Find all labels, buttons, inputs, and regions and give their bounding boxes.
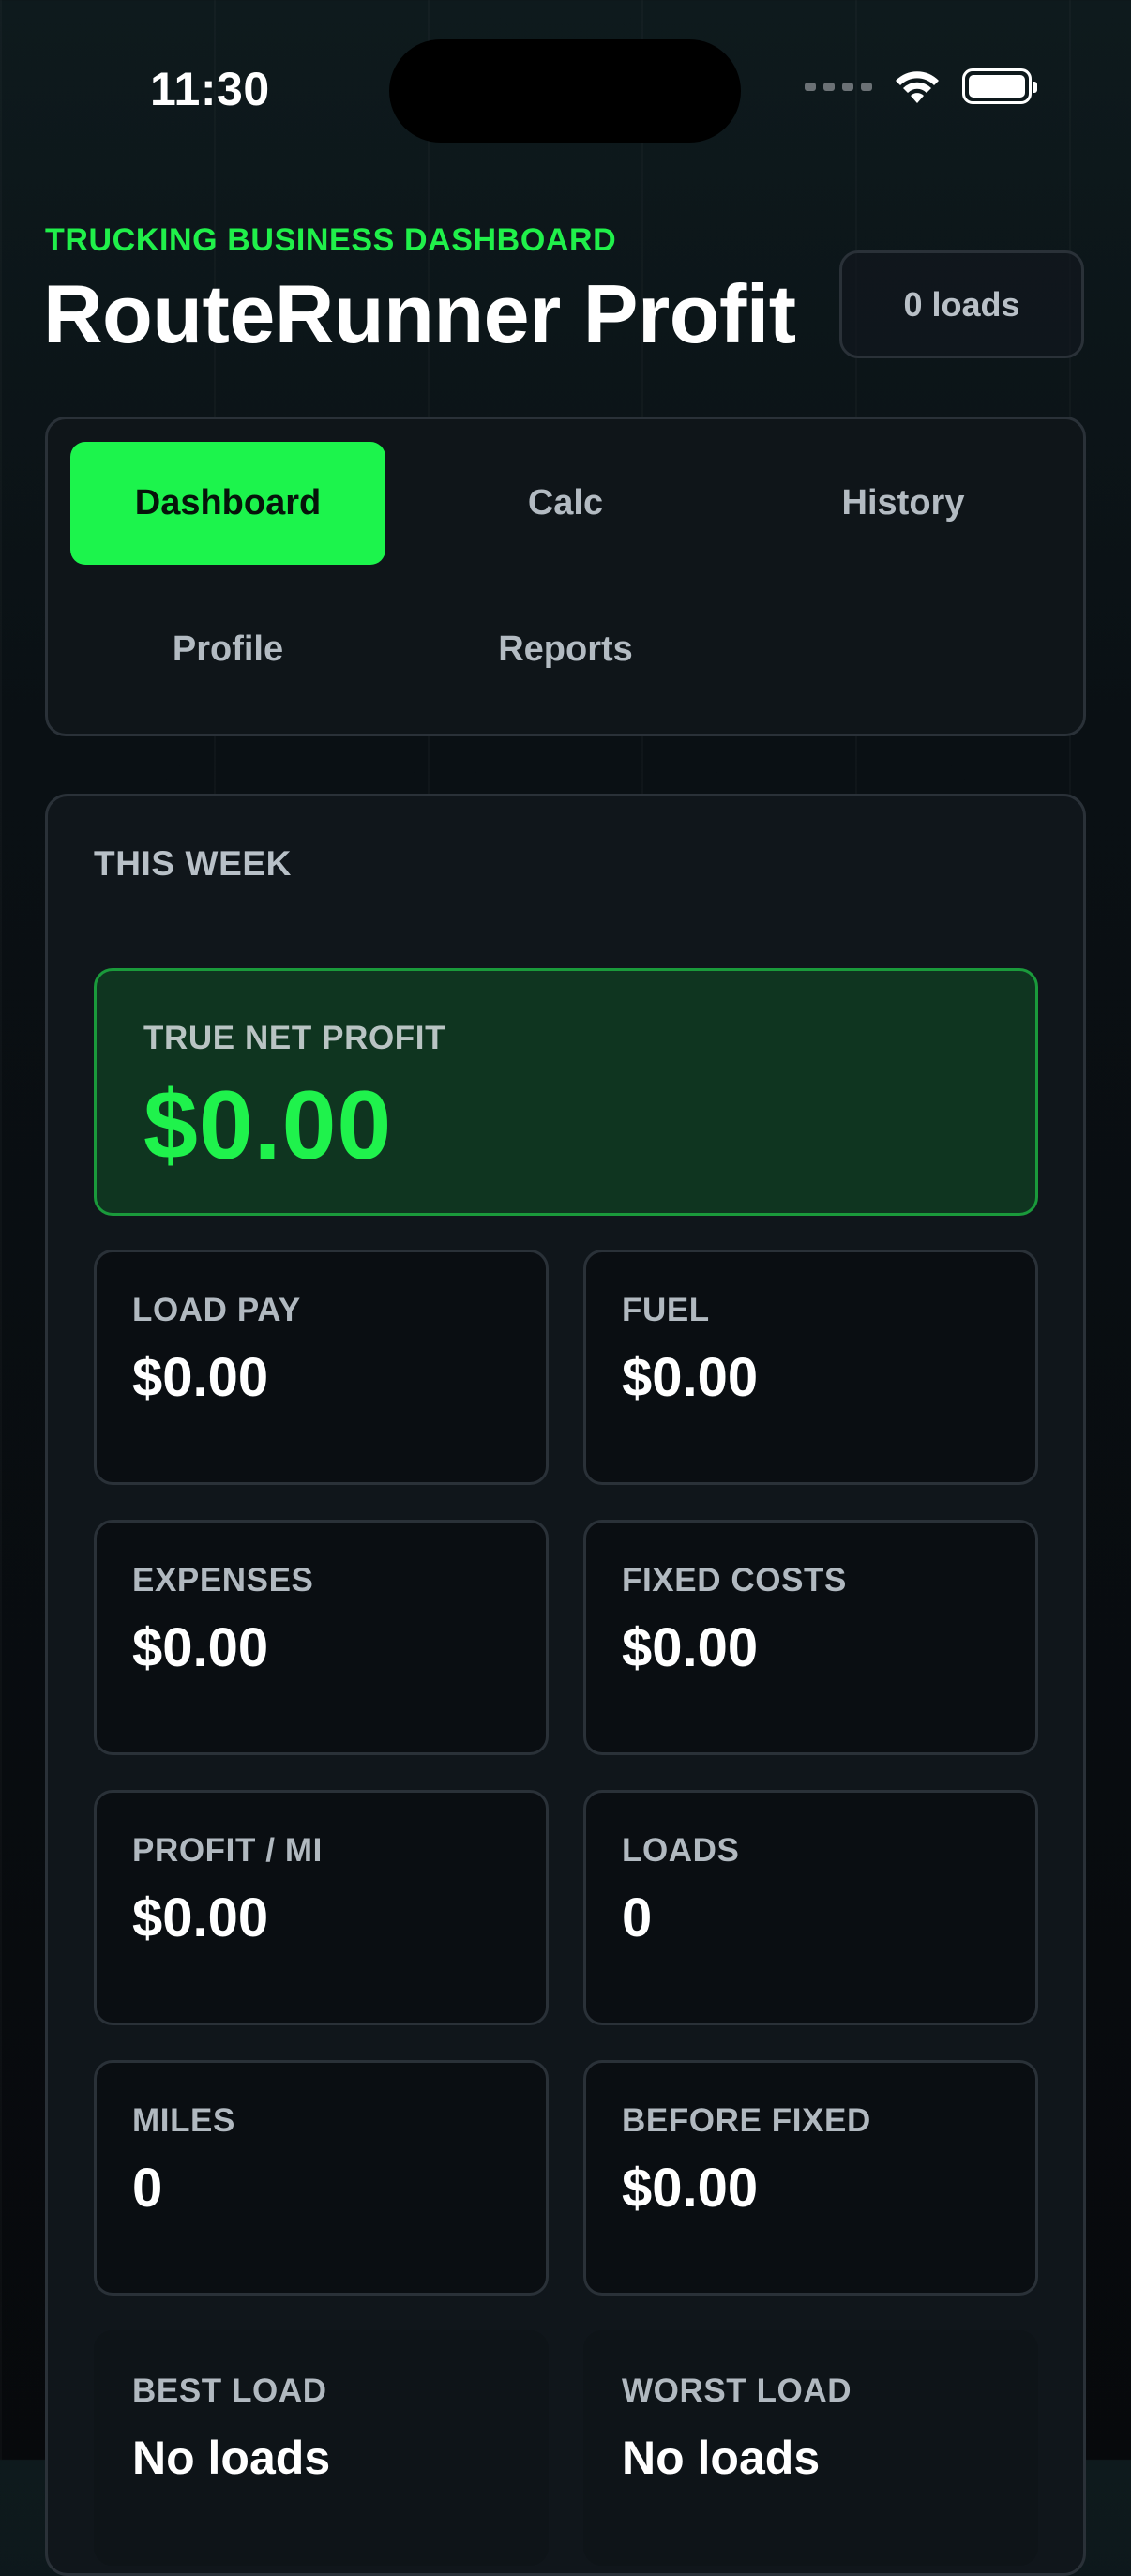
stat-label: FIXED COSTS (622, 1562, 847, 1599)
stat-fuel: FUEL $0.00 (583, 1250, 1038, 1485)
cellular-signal-icon (805, 82, 872, 91)
period-label: THIS WEEK (94, 844, 292, 883)
stat-expenses: EXPENSES $0.00 (94, 1520, 549, 1755)
stat-label: LOADS (622, 1832, 740, 1869)
tab-bar: Dashboard Calc History Profile Reports (45, 417, 1086, 736)
stat-label: BEFORE FIXED (622, 2102, 871, 2139)
stat-value: $0.00 (622, 2158, 759, 2219)
tab-calc[interactable]: Calc (408, 442, 723, 565)
stat-best-load: BEST LOAD No loads (94, 2330, 549, 2566)
tab-dashboard[interactable]: Dashboard (70, 442, 385, 565)
net-profit-tile: TRUE NET PROFIT $0.00 (94, 968, 1038, 1216)
battery-icon (962, 68, 1037, 104)
stat-label: FUEL (622, 1292, 710, 1328)
stat-label: LOAD PAY (132, 1292, 301, 1328)
stat-value: 0 (132, 2158, 163, 2219)
stat-label: EXPENSES (132, 1562, 314, 1599)
stat-profit-per-mile: PROFIT / MI $0.00 (94, 1790, 549, 2025)
stat-value: $0.00 (132, 1617, 269, 1678)
stat-value: $0.00 (622, 1347, 759, 1408)
stat-loads: LOADS 0 (583, 1790, 1038, 2025)
dashboard-eyebrow: TRUCKING BUSINESS DASHBOARD (45, 222, 617, 258)
dynamic-island (389, 39, 741, 143)
stat-value: No loads (132, 2432, 331, 2484)
stat-miles: MILES 0 (94, 2060, 549, 2296)
stat-value: $0.00 (622, 1617, 759, 1678)
app-title: RouteRunner Profit (43, 267, 796, 360)
stat-before-fixed: BEFORE FIXED $0.00 (583, 2060, 1038, 2296)
stat-label: MILES (132, 2102, 235, 2139)
stat-label: BEST LOAD (132, 2372, 327, 2409)
loads-count-badge[interactable]: 0 loads (839, 250, 1084, 358)
stat-load-pay: LOAD PAY $0.00 (94, 1250, 549, 1485)
status-indicators (805, 68, 1037, 105)
stat-label: PROFIT / MI (132, 1832, 323, 1869)
net-profit-label: TRUE NET PROFIT (143, 1020, 446, 1056)
tab-profile[interactable]: Profile (70, 588, 385, 711)
stat-worst-load: WORST LOAD No loads (583, 2330, 1038, 2566)
stat-value: 0 (622, 1887, 653, 1948)
net-profit-value: $0.00 (143, 1071, 393, 1180)
stat-label: WORST LOAD (622, 2372, 852, 2409)
status-time: 11:30 (150, 63, 270, 115)
stat-value: No loads (622, 2432, 821, 2484)
tab-reports[interactable]: Reports (408, 588, 723, 711)
wifi-icon (896, 71, 939, 103)
stat-value: $0.00 (132, 1887, 269, 1948)
tab-history[interactable]: History (746, 442, 1061, 565)
stat-value: $0.00 (132, 1347, 269, 1408)
stat-fixed-costs: FIXED COSTS $0.00 (583, 1520, 1038, 1755)
